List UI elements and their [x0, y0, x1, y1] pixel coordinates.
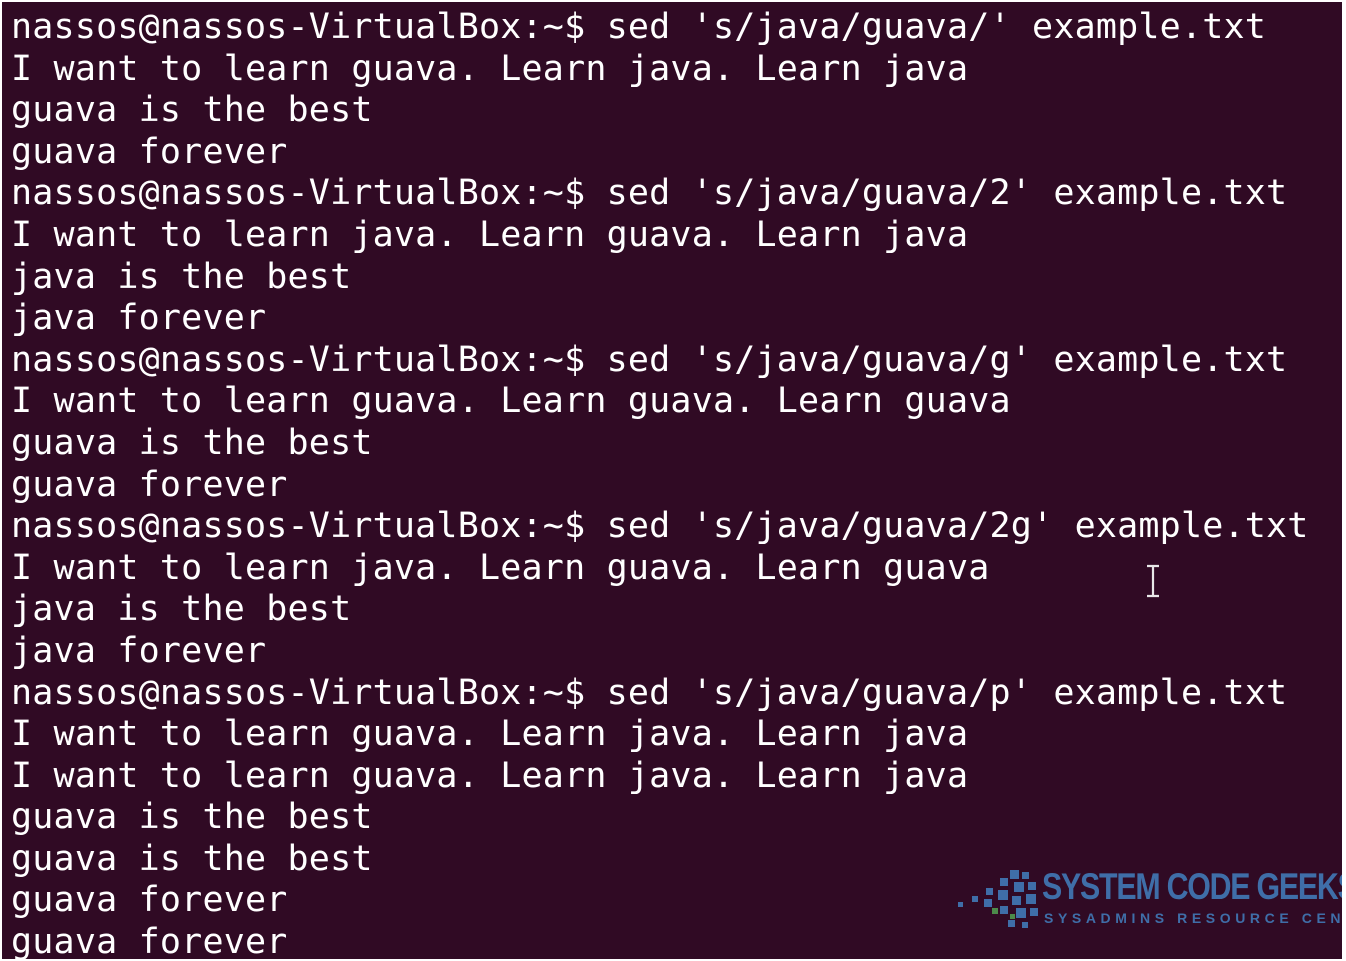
terminal-output-line: java is the best	[11, 589, 352, 630]
terminal-output-line: guava forever	[11, 131, 288, 172]
terminal-output-line: I want to learn guava. Learn java. Learn…	[11, 714, 969, 755]
terminal-output-line: guava is the best	[11, 797, 373, 838]
terminal-output-line: I want to learn guava. Learn guava. Lear…	[11, 381, 1011, 422]
terminal-output: nassos@nassos-VirtualBox:~$ sed 's/java/…	[11, 7, 1309, 959]
terminal-output-line: I want to learn java. Learn guava. Learn…	[11, 214, 969, 255]
terminal-command-line: nassos@nassos-VirtualBox:~$ sed 's/java/…	[11, 339, 1288, 380]
terminal-window[interactable]: nassos@nassos-VirtualBox:~$ sed 's/java/…	[2, 2, 1342, 959]
text-cursor-icon	[1147, 564, 1159, 598]
terminal-output-line: I want to learn java. Learn guava. Learn…	[11, 547, 990, 588]
terminal-output-line: java is the best	[11, 256, 352, 297]
terminal-output-line: java forever	[11, 630, 267, 671]
terminal-output-line: java forever	[11, 298, 267, 339]
terminal-output-line: guava is the best	[11, 90, 373, 131]
terminal-command-line: nassos@nassos-VirtualBox:~$ sed 's/java/…	[11, 173, 1288, 214]
watermark-subtitle: SYSADMINS RESOURCE CENTER	[1044, 910, 1342, 926]
watermark-title: SYSTEM CODE GEEKS	[1042, 866, 1342, 907]
terminal-output-line: I want to learn guava. Learn java. Learn…	[11, 48, 969, 89]
watermark: SYSTEM CODE GEEKS SYSADMINS RESOURCE CEN…	[952, 864, 1342, 936]
scattered-squares-logo-icon	[958, 870, 1038, 928]
terminal-command-line: nassos@nassos-VirtualBox:~$ sed 's/java/…	[11, 672, 1288, 713]
terminal-output-line: I want to learn guava. Learn java. Learn…	[11, 755, 969, 796]
terminal-command-line: nassos@nassos-VirtualBox:~$ sed 's/java/…	[11, 506, 1309, 547]
terminal-output-line: guava is the best	[11, 422, 373, 463]
terminal-command-line: nassos@nassos-VirtualBox:~$ sed 's/java/…	[11, 7, 1267, 47]
terminal-output-line: guava forever	[11, 464, 288, 505]
